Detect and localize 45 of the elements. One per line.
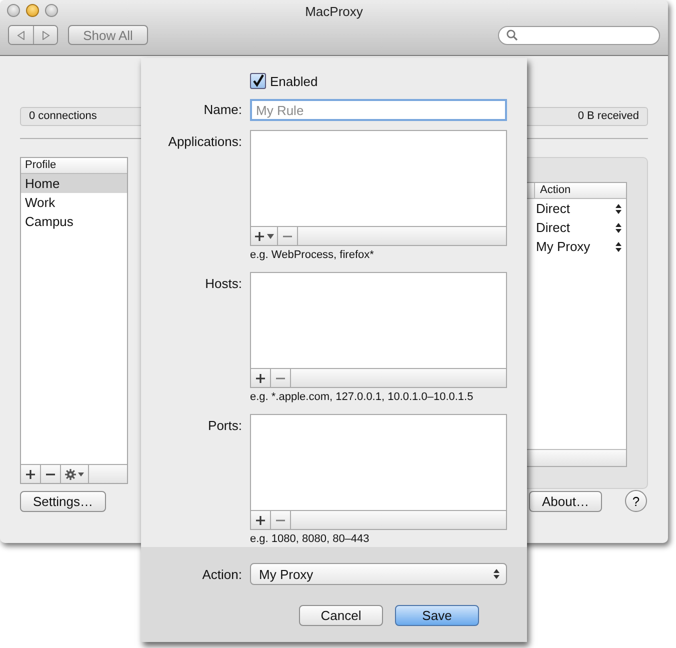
about-button[interactable]: About…	[529, 490, 602, 512]
name-field[interactable]: My Rule	[250, 99, 507, 121]
plus-icon	[256, 374, 265, 382]
zoom-button[interactable]	[45, 4, 58, 17]
column-header: Profile	[21, 158, 127, 174]
back-button[interactable]	[9, 26, 33, 44]
minimize-button[interactable]	[26, 4, 39, 17]
search-icon	[506, 29, 518, 41]
column-header: Action	[534, 183, 626, 198]
forward-button[interactable]	[33, 26, 57, 44]
field-label: Hosts:	[204, 275, 242, 291]
help-button[interactable]: ?	[625, 490, 647, 512]
plus-icon	[254, 232, 264, 240]
hint-text: e.g. WebProcess, firefox*	[250, 248, 375, 263]
stepper-arrows-icon	[615, 202, 622, 214]
enabled-checkbox[interactable]	[250, 73, 266, 89]
field-label: Action:	[201, 566, 242, 582]
stepper-arrows-icon	[615, 240, 622, 252]
plus-icon	[256, 516, 265, 524]
close-button[interactable]	[7, 4, 20, 17]
save-button[interactable]: Save	[395, 605, 479, 626]
stepper-arrows-icon	[615, 222, 622, 234]
action-popup[interactable]: Direct	[536, 201, 570, 216]
settings-button[interactable]: Settings…	[20, 490, 106, 512]
profile-item[interactable]: Campus	[21, 212, 127, 231]
gear-icon	[64, 468, 84, 480]
hint-text: e.g. *.apple.com, 127.0.0.1, 10.0.1.0–10.0.1.5	[250, 390, 474, 405]
action-popup[interactable]: My Proxy	[250, 563, 507, 585]
action-popup[interactable]: My Proxy	[536, 239, 590, 254]
field-label: Applications:	[167, 133, 242, 149]
action-popup[interactable]: Direct	[536, 220, 570, 235]
left-triangle-icon	[17, 30, 25, 40]
search-field[interactable]	[498, 26, 660, 44]
plus-icon	[26, 470, 35, 478]
profile-item[interactable]: Work	[21, 193, 127, 212]
window-title: MacProxy	[305, 3, 363, 19]
profile-item[interactable]: Home	[21, 174, 127, 193]
field-label: Name:	[202, 101, 242, 117]
caret-icon	[266, 234, 274, 238]
cancel-button[interactable]: Cancel	[299, 605, 383, 626]
checkbox-label: Enabled	[270, 74, 318, 88]
hint-text: e.g. 1080, 8080, 80–443	[250, 532, 370, 547]
stepper-arrows-icon	[493, 568, 500, 580]
right-triangle-icon	[42, 30, 50, 40]
field-label: Ports:	[207, 417, 242, 433]
